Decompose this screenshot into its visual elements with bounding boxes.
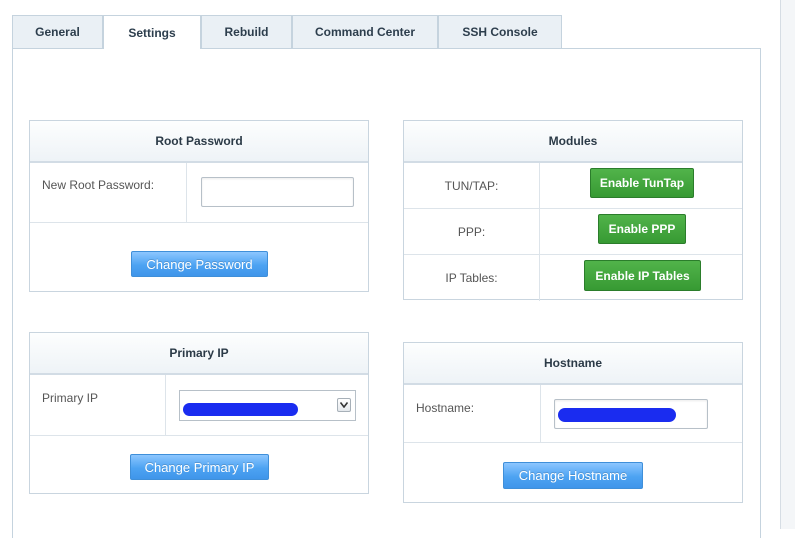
hostname-label: Hostname: [416,401,475,415]
divider [30,222,368,223]
primary-ip-select[interactable] [179,390,356,421]
change-password-button[interactable]: Change Password [131,251,268,277]
modules-title: Modules [404,121,742,163]
tab-rebuild[interactable]: Rebuild [201,15,292,48]
ip-tables-label: IP Tables: [445,270,498,285]
redacted-hostname-value [558,408,676,422]
tuntap-label: TUN/TAP: [444,178,499,193]
hostname-title: Hostname [404,343,742,385]
divider [540,385,541,442]
change-primary-ip-button[interactable]: Change Primary IP [130,454,269,480]
primary-ip-label: Primary IP [42,391,99,405]
enable-ppp-button[interactable]: Enable PPP [598,214,686,244]
tab-general[interactable]: General [12,15,103,48]
root-password-title: Root Password [30,121,368,163]
divider [539,163,540,301]
tab-ssh-console[interactable]: SSH Console [438,15,562,48]
ppp-label: PPP: [457,224,486,239]
root-password-box: Root Password New Root Password: Change … [29,120,369,292]
new-root-password-input[interactable] [201,177,354,207]
chevron-down-icon [337,398,351,412]
divider [165,375,166,436]
redacted-ip-value [183,403,298,416]
enable-tuntap-button[interactable]: Enable TunTap [590,168,694,198]
modules-box: Modules TUN/TAP: Enable TunTap PPP: Enab… [403,120,743,301]
hostname-box: Hostname Hostname: Change Hostname [403,342,743,503]
divider [186,163,187,223]
divider [404,442,742,443]
tab-settings[interactable]: Settings [103,15,201,49]
right-gutter [781,0,795,529]
primary-ip-box: Primary IP Primary IP Change Primary IP [29,332,369,494]
change-hostname-button[interactable]: Change Hostname [503,462,643,489]
primary-ip-title: Primary IP [30,333,368,375]
enable-ip-tables-button[interactable]: Enable IP Tables [584,260,701,291]
hostname-input[interactable] [554,399,708,429]
tab-command-center[interactable]: Command Center [292,15,438,48]
divider [30,435,368,436]
new-root-password-label: New Root Password: [42,178,155,192]
